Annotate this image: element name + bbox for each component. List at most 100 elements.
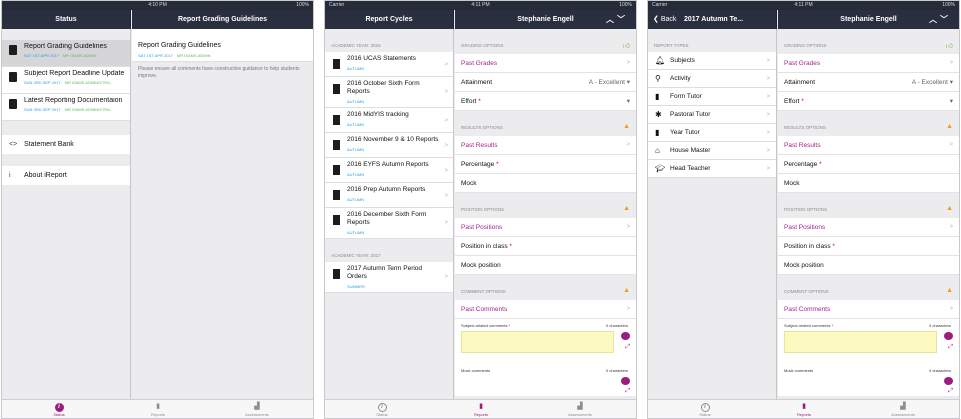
about-row[interactable]: i About iReport: [2, 166, 130, 185]
tab-assessments[interactable]: ▟ Assessments: [528, 401, 632, 417]
chevron-right-icon: >: [444, 142, 448, 149]
chevron-right-icon: >: [626, 60, 630, 66]
back-button[interactable]: ❮ Back: [653, 10, 676, 29]
cycle-item[interactable]: 2016 December Sixth Form Reports AUTUMN >: [325, 208, 453, 239]
row-label: Past Comments: [461, 306, 508, 313]
tab-reports[interactable]: ▮ Reports: [429, 401, 533, 417]
cycle-term: AUTUMN: [347, 147, 365, 152]
cycle-item[interactable]: 2016 EYFS Autumn Reports AUTUMN >: [325, 158, 453, 183]
type-label: Head Teacher: [670, 165, 711, 172]
past-positions-row[interactable]: Past Positions >: [778, 218, 959, 237]
chevron-right-icon: >: [626, 306, 630, 312]
speech-bubble-icon[interactable]: [621, 377, 630, 385]
report-type-house-master[interactable]: ⌂ House Master >: [648, 142, 776, 160]
effort-select[interactable]: Effort * ▾: [455, 92, 636, 111]
past-comments-row[interactable]: Past Comments >: [455, 300, 636, 319]
past-grades-row[interactable]: Past Grades >: [778, 54, 959, 73]
past-results-row[interactable]: Past Results >: [455, 136, 636, 155]
tab-status[interactable]: i Status: [330, 401, 434, 417]
cycle-item[interactable]: 2016 November 9 & 10 Reports AUTUMN >: [325, 133, 453, 158]
mock-position-field[interactable]: Mock position: [455, 256, 636, 275]
required-mark: *: [832, 243, 835, 250]
attainment-select[interactable]: Attainment A - Excellent ▾: [778, 73, 959, 92]
mock-field[interactable]: Mock: [778, 174, 959, 193]
comment-label: Subject-related comments: [461, 323, 508, 328]
report-type-form-tutor[interactable]: ▮ Form Tutor >: [648, 88, 776, 106]
section-label: POSITION OPTIONS: [461, 207, 505, 212]
speech-bubble-icon[interactable]: [944, 332, 953, 340]
tab-status[interactable]: i Status: [653, 401, 757, 417]
report-item[interactable]: Subject Report Deadline Update SUN 3RD S…: [2, 67, 130, 94]
percentage-field[interactable]: Percentage *: [778, 155, 959, 174]
required-mark: *: [496, 161, 499, 168]
tab-assessments[interactable]: ▟ Assessments: [205, 401, 309, 417]
position-in-class-field[interactable]: Position in class *: [455, 237, 636, 256]
report-type-year-tutor[interactable]: ▮ Year Tutor >: [648, 124, 776, 142]
cycle-item[interactable]: 2017 Autumn Term Period Orders SUMMER >: [325, 262, 453, 293]
tab-status[interactable]: i Status: [7, 401, 111, 417]
tab-label: Reports: [473, 412, 488, 417]
past-comments-row[interactable]: Past Comments >: [778, 300, 959, 319]
statement-bank-label: Statement Bank: [24, 141, 74, 148]
character-count: 0 characters: [605, 323, 628, 328]
position-in-class-field[interactable]: Position in class *: [778, 237, 959, 256]
mock-comments-block: Mock comments 0 characters ⤢: [455, 366, 636, 396]
section-label: GRADING OPTIONS: [784, 43, 827, 48]
chevron-up-down-icon[interactable]: ︿﹀: [606, 10, 628, 29]
attainment-select[interactable]: Attainment A - Excellent ▾: [455, 73, 636, 92]
report-item[interactable]: Latest Reporting Documentaion SUN 3RD SE…: [2, 94, 130, 121]
effort-select[interactable]: Effort * ▾: [778, 92, 959, 111]
cycle-item[interactable]: 2016 Prep Autumn Reports AUTUMN >: [325, 183, 453, 208]
type-label: Subjects: [670, 57, 695, 64]
detail-body: Please ensure all comments have construc…: [138, 66, 300, 79]
book-icon: [333, 84, 340, 94]
graduation-cap-icon: 🎓︎: [655, 164, 666, 173]
past-results-row[interactable]: Past Results >: [778, 136, 959, 155]
row-label: Past Positions: [784, 224, 826, 231]
chevron-right-icon: >: [949, 60, 953, 66]
past-positions-row[interactable]: Past Positions >: [455, 218, 636, 237]
cycle-item[interactable]: 2016 UCAS Statements AUTUMN >: [325, 52, 453, 77]
statement-bank-row[interactable]: <> Statement Bank: [2, 135, 130, 154]
report-type-subjects[interactable]: 🔔︎ Subjects >: [648, 52, 776, 70]
tab-reports[interactable]: ▮ Reports: [106, 401, 210, 417]
subject-comments-textarea[interactable]: [461, 331, 614, 353]
book-icon: [9, 45, 17, 55]
section-label: GRADING OPTIONS: [461, 43, 504, 48]
type-label: Form Tutor: [670, 93, 702, 100]
tab-assessments[interactable]: ▟ Assessments: [851, 401, 955, 417]
chevron-up-down-icon[interactable]: ︿﹀: [929, 10, 951, 29]
report-item[interactable]: Report Grading Guidelines SAT 1ST APR 20…: [2, 40, 130, 67]
report-type-head-teacher[interactable]: 🎓︎ Head Teacher >: [648, 160, 776, 178]
tab-bar: i Status ▮ Reports ▟ Assessments: [325, 399, 636, 418]
report-type-pastoral-tutor[interactable]: ✱ Pastoral Tutor >: [648, 106, 776, 124]
report-type-activity[interactable]: ⚲ Activity >: [648, 70, 776, 88]
chart-icon: ▟: [254, 403, 260, 410]
subject-comments-textarea[interactable]: [784, 331, 937, 353]
mock-field[interactable]: Mock: [455, 174, 636, 193]
percentage-field[interactable]: Percentage *: [455, 155, 636, 174]
speech-bubble-icon[interactable]: [621, 332, 630, 340]
info-icon: i: [54, 403, 64, 412]
cycle-term: AUTUMN: [347, 66, 365, 71]
cycle-item[interactable]: 2016 MidYIS tracking AUTUMN >: [325, 108, 453, 133]
cycle-term: SUMMER: [347, 284, 365, 289]
row-label: Mock position: [461, 262, 501, 269]
ipad-screen-status: 4:10 PM 100% Status Report Grading Guide…: [1, 0, 314, 419]
book-icon: [9, 99, 17, 109]
section-label: RESULTS OPTIONS: [784, 125, 826, 130]
expand-icon[interactable]: ⤢: [625, 344, 630, 351]
speech-bubble-icon[interactable]: [944, 377, 953, 385]
tab-reports[interactable]: ▮ Reports: [752, 401, 856, 417]
info-icon: i: [700, 403, 710, 412]
type-label: Year Tutor: [670, 129, 700, 136]
expand-icon[interactable]: ⤢: [948, 344, 953, 351]
cycle-item[interactable]: 2016 October Sixth Form Reports AUTUMN >: [325, 77, 453, 108]
row-label: Past Grades: [784, 60, 821, 67]
section-header: REPORT TYPES: [654, 43, 689, 48]
expand-icon[interactable]: ⤢: [625, 388, 630, 395]
required-mark: *: [508, 323, 511, 328]
expand-icon[interactable]: ⤢: [948, 388, 953, 395]
mock-position-field[interactable]: Mock position: [778, 256, 959, 275]
past-grades-row[interactable]: Past Grades >: [455, 54, 636, 73]
